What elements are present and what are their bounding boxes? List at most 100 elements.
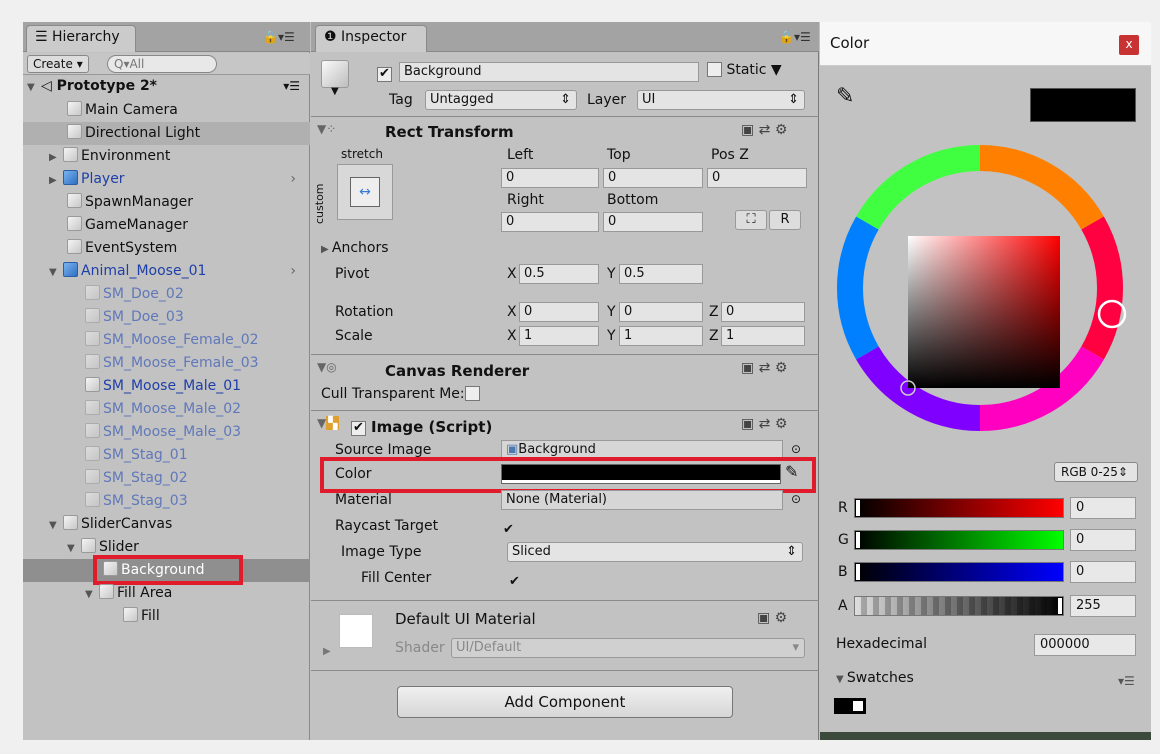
canvas-renderer-title[interactable]: Canvas Renderer [385,362,529,380]
list-item[interactable]: Directional Light [23,122,310,145]
inspector-tabbar: ❶ Inspector 🔒▾☰ [311,22,819,52]
image-enabled-checkbox[interactable]: ✔ [351,416,366,436]
hierarchy-tabbar: ☰ Hierarchy 🔒▾☰ [23,22,310,52]
layer-dropdown[interactable]: UI ⇕ [637,90,805,110]
list-item[interactable]: SM_Stag_01 [23,444,310,467]
a-slider[interactable] [854,596,1064,616]
list-item[interactable]: ▼ SliderCanvas [23,513,310,536]
active-checkbox[interactable]: ✔ [377,62,392,82]
list-item[interactable]: SM_Stag_03 [23,490,310,513]
list-item[interactable]: SM_Doe_02 [23,283,310,306]
chevron-down-icon[interactable]: ▼ [331,86,339,97]
r-slider[interactable] [854,498,1064,518]
left-label: Left [507,147,534,163]
static-toggle[interactable]: Static ▼ [707,62,782,78]
anchors-foldout[interactable]: ▶ Anchors [321,240,389,256]
raycast-target-checkbox[interactable]: ✔ [501,518,516,539]
chevron-right-icon[interactable]: › [290,260,296,283]
component-tools-icons[interactable]: ▣ ⚙ [757,610,787,626]
top-field[interactable]: 0 [603,168,703,188]
swatches-foldout[interactable]: ▼ Swatches [836,670,914,686]
gameobject-icon [321,60,349,88]
list-item[interactable]: SM_Stag_02 [23,467,310,490]
rotation-x-field[interactable]: 0 [519,302,599,322]
list-item[interactable]: GameManager [23,214,310,237]
scale-z-field[interactable]: 1 [721,326,805,346]
tag-dropdown[interactable]: Untagged ⇕ [425,90,577,110]
object-name-field[interactable]: Background [399,62,699,82]
left-field[interactable]: 0 [501,168,599,188]
list-item[interactable]: SM_Moose_Male_02 [23,398,310,421]
search-input[interactable]: Q▾All [107,55,217,73]
pivot-label: Pivot [335,266,370,282]
pivot-y-field[interactable]: 0.5 [619,264,703,284]
list-item[interactable]: Main Camera [23,99,310,122]
a-field[interactable]: 255 [1070,595,1136,617]
chevron-right-icon[interactable]: › [290,168,296,191]
list-item[interactable]: Fill [23,605,310,628]
b-field[interactable]: 0 [1070,561,1136,583]
g-slider[interactable] [854,530,1064,550]
list-item[interactable]: ▶ Environment [23,145,310,168]
list-item[interactable]: SM_Doe_03 [23,306,310,329]
hierarchy-toolbar: Create ▾ Q▾All [23,53,310,75]
tab-inspector[interactable]: ❶ Inspector [315,25,427,52]
list-item[interactable]: ▼ Fill Area [23,582,310,605]
rotation-y-field[interactable]: 0 [619,302,703,322]
color-mode-dropdown[interactable]: RGB 0-25⇕ [1054,462,1138,482]
color-wheel[interactable] [830,138,1130,438]
add-component-button[interactable]: Add Component [397,686,733,718]
gameobject-icon [85,423,100,438]
material-field[interactable]: None (Material) [501,490,783,510]
bottom-field[interactable]: 0 [603,212,703,232]
list-item[interactable]: EventSystem [23,237,310,260]
scene-row[interactable]: ▼ ◁ Prototype 2* ▾☰ [23,75,310,98]
scale-x-field[interactable]: 1 [519,326,599,346]
lock-menu-icon[interactable]: 🔒▾☰ [263,30,295,44]
r-field[interactable]: 0 [1070,497,1136,519]
b-slider[interactable] [854,562,1064,582]
list-item[interactable]: ▼ Animal_Moose_01 › [23,260,310,283]
fill-center-checkbox[interactable]: ✔ [507,570,522,591]
component-tools-icons[interactable]: ▣ ⇄ ⚙ [741,416,787,432]
lock-menu-icon[interactable]: 🔒▾☰ [779,30,811,44]
anchor-presets-button[interactable]: ↔ [337,164,393,220]
component-tools-icons[interactable]: ▣ ⇄ ⚙ [741,122,787,138]
tag-label: Tag [389,92,413,108]
list-item[interactable]: SM_Moose_Female_02 [23,329,310,352]
image-type-dropdown[interactable]: Sliced ⇕ [507,542,803,562]
g-field[interactable]: 0 [1070,529,1136,551]
swatches-menu-icon[interactable]: ▾☰ [1118,674,1135,688]
pivot-x-field[interactable]: 0.5 [519,264,599,284]
shader-dropdown[interactable]: UI/Default ▾ [451,638,805,658]
close-button[interactable]: x [1119,35,1139,55]
scene-menu-icon[interactable]: ▾☰ [283,75,300,98]
chevron-right-icon[interactable]: ▶ [323,646,331,657]
scale-y-field[interactable]: 1 [619,326,703,346]
create-button[interactable]: Create ▾ [27,55,89,73]
list-item[interactable]: ▶ Player › [23,168,310,191]
raw-edit-button[interactable]: R [769,210,801,230]
object-picker-icon[interactable]: ⊙ [791,492,801,506]
list-item[interactable]: SpawnManager [23,191,310,214]
blueprint-mode-button[interactable]: ⛶ [735,210,767,230]
right-field[interactable]: 0 [501,212,599,232]
swatch-add[interactable] [850,698,866,714]
highlight-box [320,457,816,493]
rotation-z-field[interactable]: 0 [721,302,805,322]
list-item[interactable]: SM_Moose_Male_01 [23,375,310,398]
rect-transform-title[interactable]: Rect Transform [385,123,514,141]
stretch-label: stretch [341,147,383,161]
cull-transparent-toggle[interactable]: Cull Transparent Me: [321,386,480,402]
component-tools-icons[interactable]: ▣ ⇄ ⚙ [741,360,787,376]
bottom-label: Bottom [607,192,659,208]
tab-hierarchy[interactable]: ☰ Hierarchy [26,25,136,52]
object-picker-icon[interactable]: ⊙ [791,442,801,456]
image-script-title[interactable]: Image (Script) [371,418,492,436]
list-item[interactable]: SM_Moose_Female_03 [23,352,310,375]
posz-field[interactable]: 0 [707,168,807,188]
swatch-black[interactable] [834,698,850,714]
list-item[interactable]: SM_Moose_Male_03 [23,421,310,444]
hex-field[interactable]: 000000 [1034,634,1136,656]
eyedropper-icon[interactable]: ✎ [836,84,854,109]
